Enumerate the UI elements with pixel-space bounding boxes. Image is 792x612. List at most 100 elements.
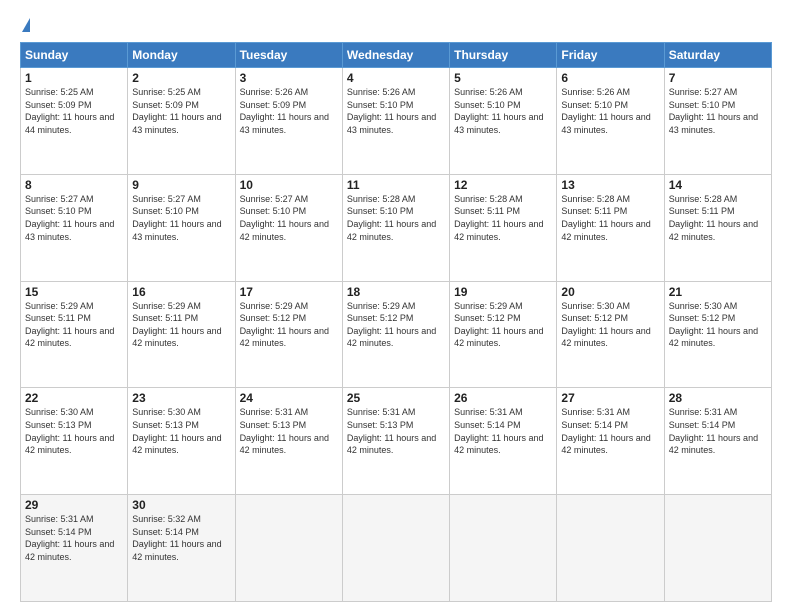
calendar-cell: 8 Sunrise: 5:27 AM Sunset: 5:10 PM Dayli…	[21, 174, 128, 281]
day-info: Sunrise: 5:26 AM Sunset: 5:10 PM Dayligh…	[561, 86, 659, 136]
day-number: 8	[25, 178, 123, 192]
calendar-header-friday: Friday	[557, 43, 664, 68]
sunrise-label: Sunrise: 5:27 AM	[132, 194, 201, 204]
calendar-table: SundayMondayTuesdayWednesdayThursdayFrid…	[20, 42, 772, 602]
sunrise-label: Sunrise: 5:25 AM	[132, 87, 201, 97]
calendar-header-wednesday: Wednesday	[342, 43, 449, 68]
sunset-label: Sunset: 5:13 PM	[132, 420, 199, 430]
calendar-cell: 25 Sunrise: 5:31 AM Sunset: 5:13 PM Dayl…	[342, 388, 449, 495]
daylight-label: Daylight: 11 hours and 42 minutes.	[669, 326, 758, 349]
sunrise-label: Sunrise: 5:27 AM	[669, 87, 738, 97]
calendar-cell: 17 Sunrise: 5:29 AM Sunset: 5:12 PM Dayl…	[235, 281, 342, 388]
calendar-week-row: 29 Sunrise: 5:31 AM Sunset: 5:14 PM Dayl…	[21, 495, 772, 602]
day-info: Sunrise: 5:27 AM Sunset: 5:10 PM Dayligh…	[669, 86, 767, 136]
daylight-label: Daylight: 11 hours and 43 minutes.	[240, 112, 329, 135]
sunset-label: Sunset: 5:14 PM	[25, 527, 92, 537]
day-info: Sunrise: 5:25 AM Sunset: 5:09 PM Dayligh…	[132, 86, 230, 136]
calendar-week-row: 1 Sunrise: 5:25 AM Sunset: 5:09 PM Dayli…	[21, 68, 772, 175]
daylight-label: Daylight: 11 hours and 42 minutes.	[240, 433, 329, 456]
sunrise-label: Sunrise: 5:29 AM	[454, 301, 523, 311]
day-info: Sunrise: 5:31 AM Sunset: 5:13 PM Dayligh…	[347, 406, 445, 456]
calendar-cell	[235, 495, 342, 602]
sunset-label: Sunset: 5:09 PM	[132, 100, 199, 110]
calendar-header-thursday: Thursday	[450, 43, 557, 68]
day-number: 14	[669, 178, 767, 192]
sunrise-label: Sunrise: 5:26 AM	[561, 87, 630, 97]
daylight-label: Daylight: 11 hours and 42 minutes.	[669, 433, 758, 456]
calendar-cell: 6 Sunrise: 5:26 AM Sunset: 5:10 PM Dayli…	[557, 68, 664, 175]
calendar-cell: 21 Sunrise: 5:30 AM Sunset: 5:12 PM Dayl…	[664, 281, 771, 388]
sunrise-label: Sunrise: 5:25 AM	[25, 87, 94, 97]
sunrise-label: Sunrise: 5:29 AM	[240, 301, 309, 311]
sunset-label: Sunset: 5:11 PM	[25, 313, 91, 323]
calendar-cell: 13 Sunrise: 5:28 AM Sunset: 5:11 PM Dayl…	[557, 174, 664, 281]
sunset-label: Sunset: 5:11 PM	[454, 206, 520, 216]
day-info: Sunrise: 5:31 AM Sunset: 5:14 PM Dayligh…	[561, 406, 659, 456]
sunset-label: Sunset: 5:10 PM	[347, 100, 414, 110]
day-info: Sunrise: 5:27 AM Sunset: 5:10 PM Dayligh…	[25, 193, 123, 243]
sunrise-label: Sunrise: 5:31 AM	[25, 514, 94, 524]
calendar-cell: 10 Sunrise: 5:27 AM Sunset: 5:10 PM Dayl…	[235, 174, 342, 281]
daylight-label: Daylight: 11 hours and 42 minutes.	[132, 539, 221, 562]
day-number: 13	[561, 178, 659, 192]
sunset-label: Sunset: 5:12 PM	[669, 313, 736, 323]
day-number: 23	[132, 391, 230, 405]
day-info: Sunrise: 5:29 AM Sunset: 5:11 PM Dayligh…	[132, 300, 230, 350]
day-number: 27	[561, 391, 659, 405]
day-number: 20	[561, 285, 659, 299]
day-number: 25	[347, 391, 445, 405]
day-number: 1	[25, 71, 123, 85]
sunrise-label: Sunrise: 5:28 AM	[347, 194, 416, 204]
day-info: Sunrise: 5:28 AM Sunset: 5:11 PM Dayligh…	[669, 193, 767, 243]
calendar-cell	[557, 495, 664, 602]
daylight-label: Daylight: 11 hours and 43 minutes.	[561, 112, 650, 135]
day-number: 30	[132, 498, 230, 512]
calendar-cell: 26 Sunrise: 5:31 AM Sunset: 5:14 PM Dayl…	[450, 388, 557, 495]
daylight-label: Daylight: 11 hours and 43 minutes.	[132, 112, 221, 135]
day-number: 12	[454, 178, 552, 192]
calendar-cell: 30 Sunrise: 5:32 AM Sunset: 5:14 PM Dayl…	[128, 495, 235, 602]
day-info: Sunrise: 5:29 AM Sunset: 5:12 PM Dayligh…	[240, 300, 338, 350]
sunset-label: Sunset: 5:09 PM	[25, 100, 92, 110]
daylight-label: Daylight: 11 hours and 44 minutes.	[25, 112, 114, 135]
day-info: Sunrise: 5:30 AM Sunset: 5:12 PM Dayligh…	[669, 300, 767, 350]
daylight-label: Daylight: 11 hours and 43 minutes.	[454, 112, 543, 135]
day-info: Sunrise: 5:26 AM Sunset: 5:10 PM Dayligh…	[454, 86, 552, 136]
day-info: Sunrise: 5:29 AM Sunset: 5:11 PM Dayligh…	[25, 300, 123, 350]
calendar-cell	[664, 495, 771, 602]
day-number: 28	[669, 391, 767, 405]
calendar-cell: 24 Sunrise: 5:31 AM Sunset: 5:13 PM Dayl…	[235, 388, 342, 495]
day-info: Sunrise: 5:31 AM Sunset: 5:14 PM Dayligh…	[25, 513, 123, 563]
day-number: 16	[132, 285, 230, 299]
daylight-label: Daylight: 11 hours and 42 minutes.	[132, 433, 221, 456]
day-number: 26	[454, 391, 552, 405]
sunrise-label: Sunrise: 5:30 AM	[132, 407, 201, 417]
day-info: Sunrise: 5:27 AM Sunset: 5:10 PM Dayligh…	[132, 193, 230, 243]
calendar-cell: 14 Sunrise: 5:28 AM Sunset: 5:11 PM Dayl…	[664, 174, 771, 281]
day-number: 18	[347, 285, 445, 299]
daylight-label: Daylight: 11 hours and 43 minutes.	[669, 112, 758, 135]
sunset-label: Sunset: 5:13 PM	[25, 420, 92, 430]
sunset-label: Sunset: 5:10 PM	[240, 206, 307, 216]
sunset-label: Sunset: 5:09 PM	[240, 100, 307, 110]
sunset-label: Sunset: 5:11 PM	[561, 206, 627, 216]
sunrise-label: Sunrise: 5:31 AM	[561, 407, 630, 417]
daylight-label: Daylight: 11 hours and 43 minutes.	[347, 112, 436, 135]
sunset-label: Sunset: 5:14 PM	[454, 420, 521, 430]
day-info: Sunrise: 5:30 AM Sunset: 5:13 PM Dayligh…	[25, 406, 123, 456]
sunrise-label: Sunrise: 5:27 AM	[240, 194, 309, 204]
daylight-label: Daylight: 11 hours and 42 minutes.	[669, 219, 758, 242]
calendar-cell: 9 Sunrise: 5:27 AM Sunset: 5:10 PM Dayli…	[128, 174, 235, 281]
daylight-label: Daylight: 11 hours and 42 minutes.	[347, 326, 436, 349]
daylight-label: Daylight: 11 hours and 42 minutes.	[561, 326, 650, 349]
calendar-cell: 15 Sunrise: 5:29 AM Sunset: 5:11 PM Dayl…	[21, 281, 128, 388]
sunrise-label: Sunrise: 5:29 AM	[132, 301, 201, 311]
daylight-label: Daylight: 11 hours and 42 minutes.	[25, 539, 114, 562]
sunrise-label: Sunrise: 5:26 AM	[240, 87, 309, 97]
sunset-label: Sunset: 5:10 PM	[25, 206, 92, 216]
daylight-label: Daylight: 11 hours and 42 minutes.	[561, 433, 650, 456]
sunset-label: Sunset: 5:10 PM	[561, 100, 628, 110]
day-info: Sunrise: 5:26 AM Sunset: 5:09 PM Dayligh…	[240, 86, 338, 136]
day-info: Sunrise: 5:26 AM Sunset: 5:10 PM Dayligh…	[347, 86, 445, 136]
day-number: 19	[454, 285, 552, 299]
